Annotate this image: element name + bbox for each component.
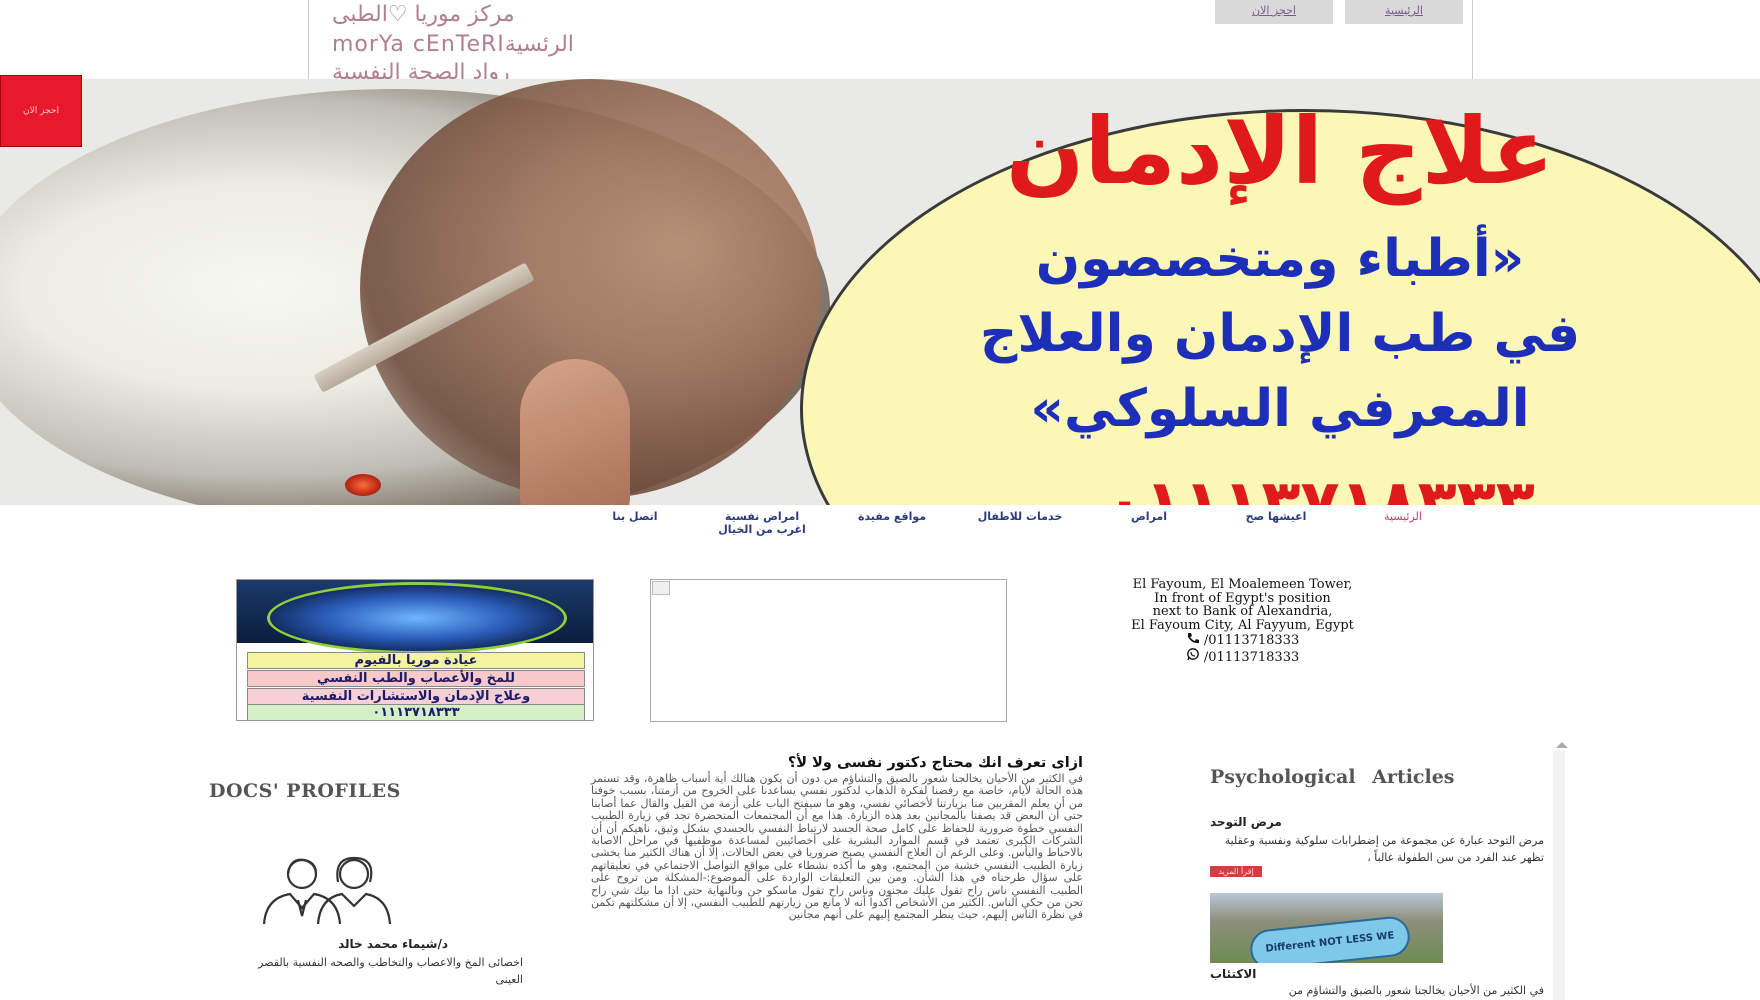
read-more-button[interactable]: إقرأ المزيد [1210, 866, 1262, 877]
hero-phone-number: ٠١١١٣٧١٨٣٣٣ [1105, 467, 1535, 505]
clinic-banner-line1: عيادة موريا بالفيوم [247, 652, 585, 669]
header-home-button[interactable]: الرئيسية [1345, 0, 1463, 24]
phone-number[interactable]: /01113718333 [1204, 633, 1299, 648]
address-line1: El Fayoum, El Moalemeen Tower, [1132, 577, 1353, 592]
image-sign: Different NOT LESS WE UNITED [1248, 914, 1412, 963]
phone-icon [1187, 633, 1199, 644]
broken-image-icon [652, 581, 670, 595]
doctors-avatar-icon [262, 856, 392, 925]
depression-article-title[interactable]: الاكتئاب [1210, 967, 1256, 981]
main-article-body: في الكثير من الأحيان يخالجنا شعور بالضيق… [591, 772, 1083, 922]
site-logo-line1[interactable]: مركز موريا ♡الطبى [332, 2, 515, 27]
hero-banner: علاج الإدمان «أطباء ومتخصصون في طب الإدم… [0, 79, 1760, 505]
clinic-banner-line3: وعلاج الإدمان والاستشارات النفسية [247, 688, 585, 705]
clinic-banner-line2: للمخ والأعصاب والطب النفسي [247, 670, 585, 687]
depression-article-desc: في الكثير من الأحيان يخالجنا شعور بالضيق… [1288, 984, 1544, 997]
hero-subtitle-3: المعرفي السلوكي» [1030, 379, 1530, 439]
nav-diseases[interactable]: امراض [1124, 510, 1174, 523]
whatsapp-icon [1186, 647, 1199, 660]
whatsapp-contact[interactable]: /01113718333 [1100, 647, 1385, 665]
clinic-banner-phone: ٠١١١٣٧١٨٣٣٣ [247, 704, 585, 720]
hero-subtitle-2: في طب الإدمان والعلاج [979, 304, 1581, 364]
nav-live-right[interactable]: اعيشها صح [1236, 510, 1316, 523]
address-line2: In front of Egypt's position [1154, 590, 1331, 606]
address-line4: El Fayoum City, Al Fayyum, Egypt [1131, 617, 1354, 633]
docs-profiles-title: DOCS' PROFILES [209, 780, 401, 802]
brain-icon [267, 582, 567, 654]
site-logo-line2[interactable]: morYa cEnTeRIالرئسية [332, 32, 574, 57]
nav-useful-sites[interactable]: مواقع مفيدة [852, 510, 932, 523]
articles-scrollbar[interactable] [1553, 750, 1565, 1000]
nav-home[interactable]: الرئيسية [1378, 510, 1428, 523]
contact-address: El Fayoum, El Moalemeen Tower, In front … [1100, 578, 1385, 664]
autism-article-desc: مرض التوحد عبارة عن مجموعة من إضطرابات س… [1224, 834, 1544, 864]
nav-child-services[interactable]: خدمات للاطفال [972, 510, 1068, 523]
phone-contact[interactable]: /01113718333 [1100, 632, 1385, 648]
autism-article-title[interactable]: مرض التوحد [1210, 815, 1282, 829]
whatsapp-number[interactable]: /01113718333 [1204, 650, 1299, 665]
hero-subtitle-1: «أطباء ومتخصصون [1035, 229, 1525, 289]
address-line3: next to Bank of Alexandria, [1152, 604, 1333, 619]
doctor-name[interactable]: د/شيماء محمد خالد [248, 937, 448, 951]
main-article-title[interactable]: ازاى تعرف انك محتاج دكتور نفسى ولا لأ؟ [593, 755, 1083, 771]
hand-image [520, 359, 630, 505]
clinic-banner-image: عيادة موريا بالفيوم للمخ والأعصاب والطب … [236, 579, 594, 721]
autism-article-image[interactable]: Different NOT LESS WE UNITED [1210, 893, 1443, 963]
nav-contact[interactable]: اتصل بنا [604, 510, 666, 523]
psych-articles-title: Psychological Articles [1210, 766, 1455, 788]
hero-title: علاج الإدمان [1005, 98, 1555, 205]
scroll-up-icon[interactable] [1556, 742, 1568, 748]
header-book-button[interactable]: احجز الان [1215, 0, 1333, 24]
doctor-description: اخصائى المخ والاعصاب والتخاطب والصحه الن… [258, 956, 523, 986]
broken-image-placeholder [650, 579, 1007, 722]
floating-book-button[interactable]: احجز الان [0, 75, 82, 147]
nav-strange-diseases[interactable]: امراض نفسية اغرب من الخيال [716, 510, 808, 536]
cigarette-ember [345, 474, 381, 496]
